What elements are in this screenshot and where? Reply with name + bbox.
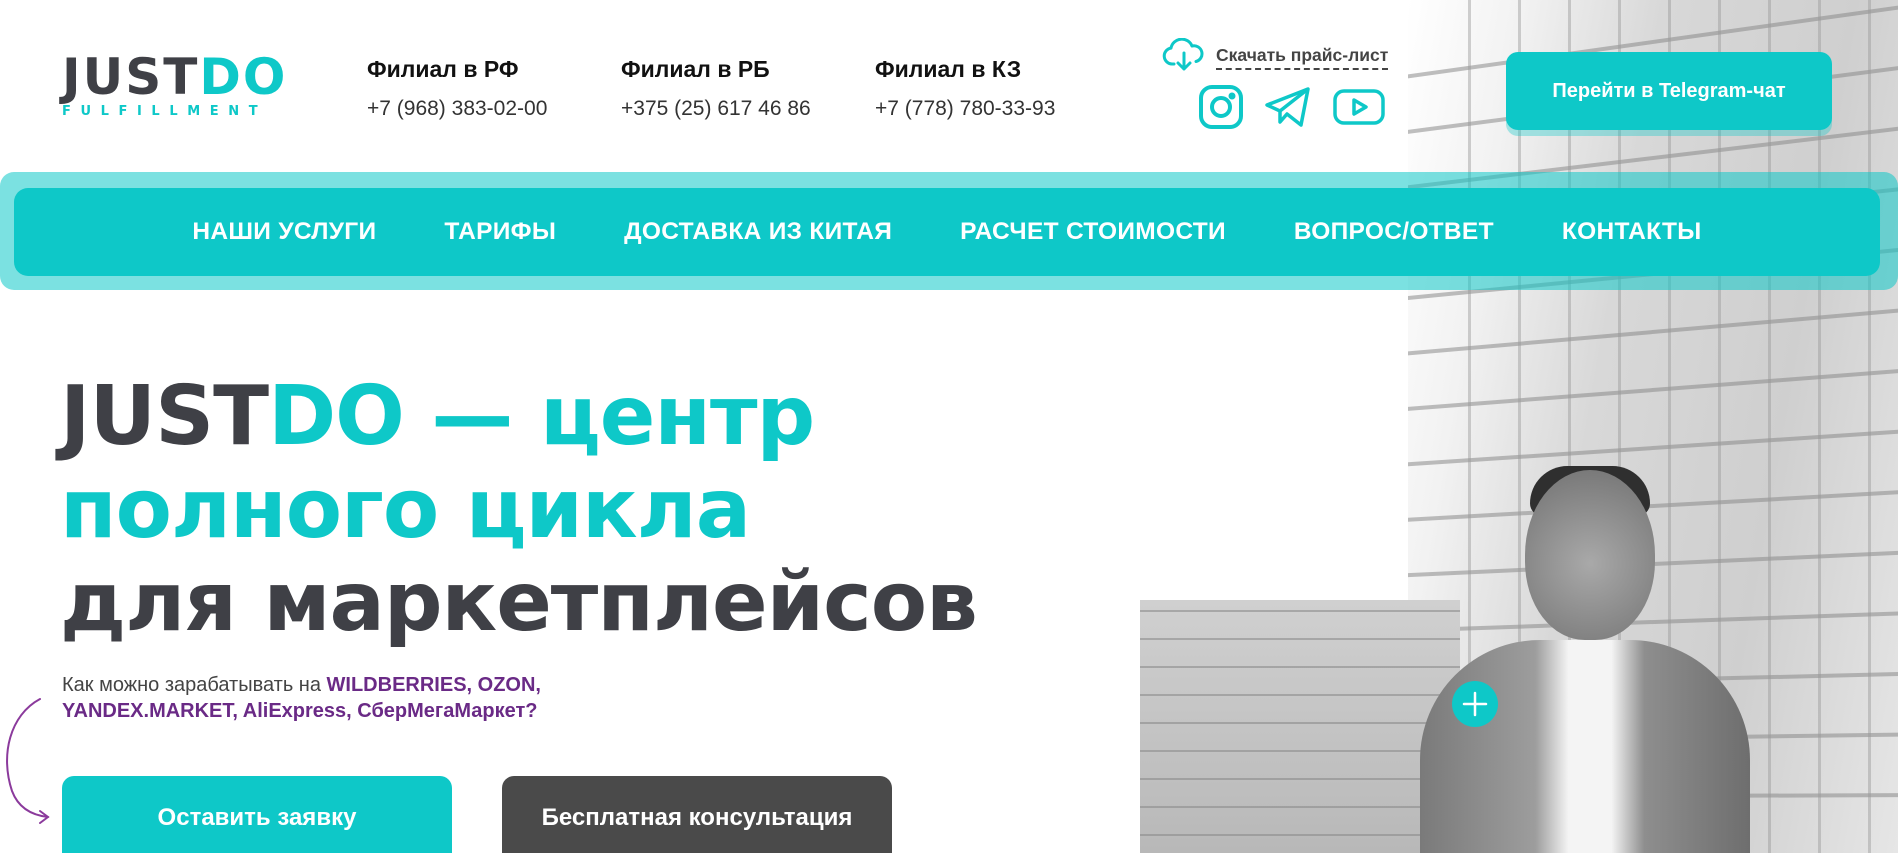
nav-item-china-delivery[interactable]: ДОСТАВКА ИЗ КИТАЯ <box>624 218 892 246</box>
hero-person-photo <box>1420 466 1750 853</box>
free-consultation-button[interactable]: Бесплатная консультация <box>502 776 892 853</box>
telegram-icon[interactable] <box>1264 86 1312 133</box>
download-label: Скачать прайс-лист <box>1216 45 1389 70</box>
branch-rb: Филиал в РБ +375 (25) 617 46 86 <box>621 56 811 121</box>
download-price-list[interactable]: Скачать прайс-лист <box>1162 37 1389 77</box>
nav-item-cost-calculation[interactable]: РАСЧЕТ СТОИМОСТИ <box>960 218 1226 246</box>
hero-title-just: JUST <box>60 369 269 464</box>
hero-title-line3: для маркетплейсов <box>60 555 978 650</box>
cloud-download-icon <box>1162 37 1206 77</box>
youtube-icon[interactable] <box>1332 87 1386 132</box>
branch-kz: Филиал в КЗ +7 (778) 780-33-93 <box>875 56 1055 121</box>
hero-title: JUSTDO — центр полного цикла для маркетп… <box>60 369 978 650</box>
social-links <box>1198 84 1386 135</box>
background-building-secondary <box>1140 600 1460 853</box>
telegram-chat-button[interactable]: Перейти в Telegram-чат <box>1506 52 1832 130</box>
branch-title: Филиал в КЗ <box>875 56 1022 82</box>
nav-item-services[interactable]: НАШИ УСЛУГИ <box>192 218 376 246</box>
curved-arrow-icon <box>0 695 62 830</box>
hero-subtitle-marketplaces-1: WILDBERRIES, OZON, <box>326 674 541 696</box>
hero-subtitle-marketplaces-2: YANDEX.MARKET, AliExpress, СберМегаМарке… <box>62 700 538 722</box>
logo-just: JUST <box>62 48 200 106</box>
branch-phone[interactable]: +7 (968) 383-02-00 <box>367 97 547 121</box>
main-nav: НАШИ УСЛУГИ ТАРИФЫ ДОСТАВКА ИЗ КИТАЯ РАС… <box>14 188 1880 276</box>
instagram-icon[interactable] <box>1198 84 1244 135</box>
submit-request-button[interactable]: Оставить заявку <box>62 776 452 853</box>
branch-title: Филиал в РБ <box>621 56 770 82</box>
nav-item-contacts[interactable]: КОНТАКТЫ <box>1562 218 1702 246</box>
nav-item-faq[interactable]: ВОПРОС/ОТВЕТ <box>1294 218 1494 246</box>
branch-phone[interactable]: +7 (778) 780-33-93 <box>875 97 1055 121</box>
branch-title: Филиал в РФ <box>367 56 519 82</box>
branch-rf: Филиал в РФ +7 (968) 383-02-00 <box>367 56 547 121</box>
logo[interactable]: JUSTDO FULFILLMENT <box>62 52 292 119</box>
hero-title-do: DO — центр <box>268 369 815 464</box>
hero-title-line2: полного цикла <box>60 462 751 557</box>
hero-subtitle-plain: Как можно зарабатывать на <box>62 674 327 696</box>
plus-icon[interactable] <box>1452 681 1498 727</box>
hero-subtitle: Как можно зарабатывать на WILDBERRIES, O… <box>62 672 541 724</box>
nav-item-tariffs[interactable]: ТАРИФЫ <box>444 218 556 246</box>
logo-do: DO <box>199 48 288 106</box>
branch-phone[interactable]: +375 (25) 617 46 86 <box>621 97 811 121</box>
logo-subtitle: FULFILLMENT <box>62 104 268 119</box>
